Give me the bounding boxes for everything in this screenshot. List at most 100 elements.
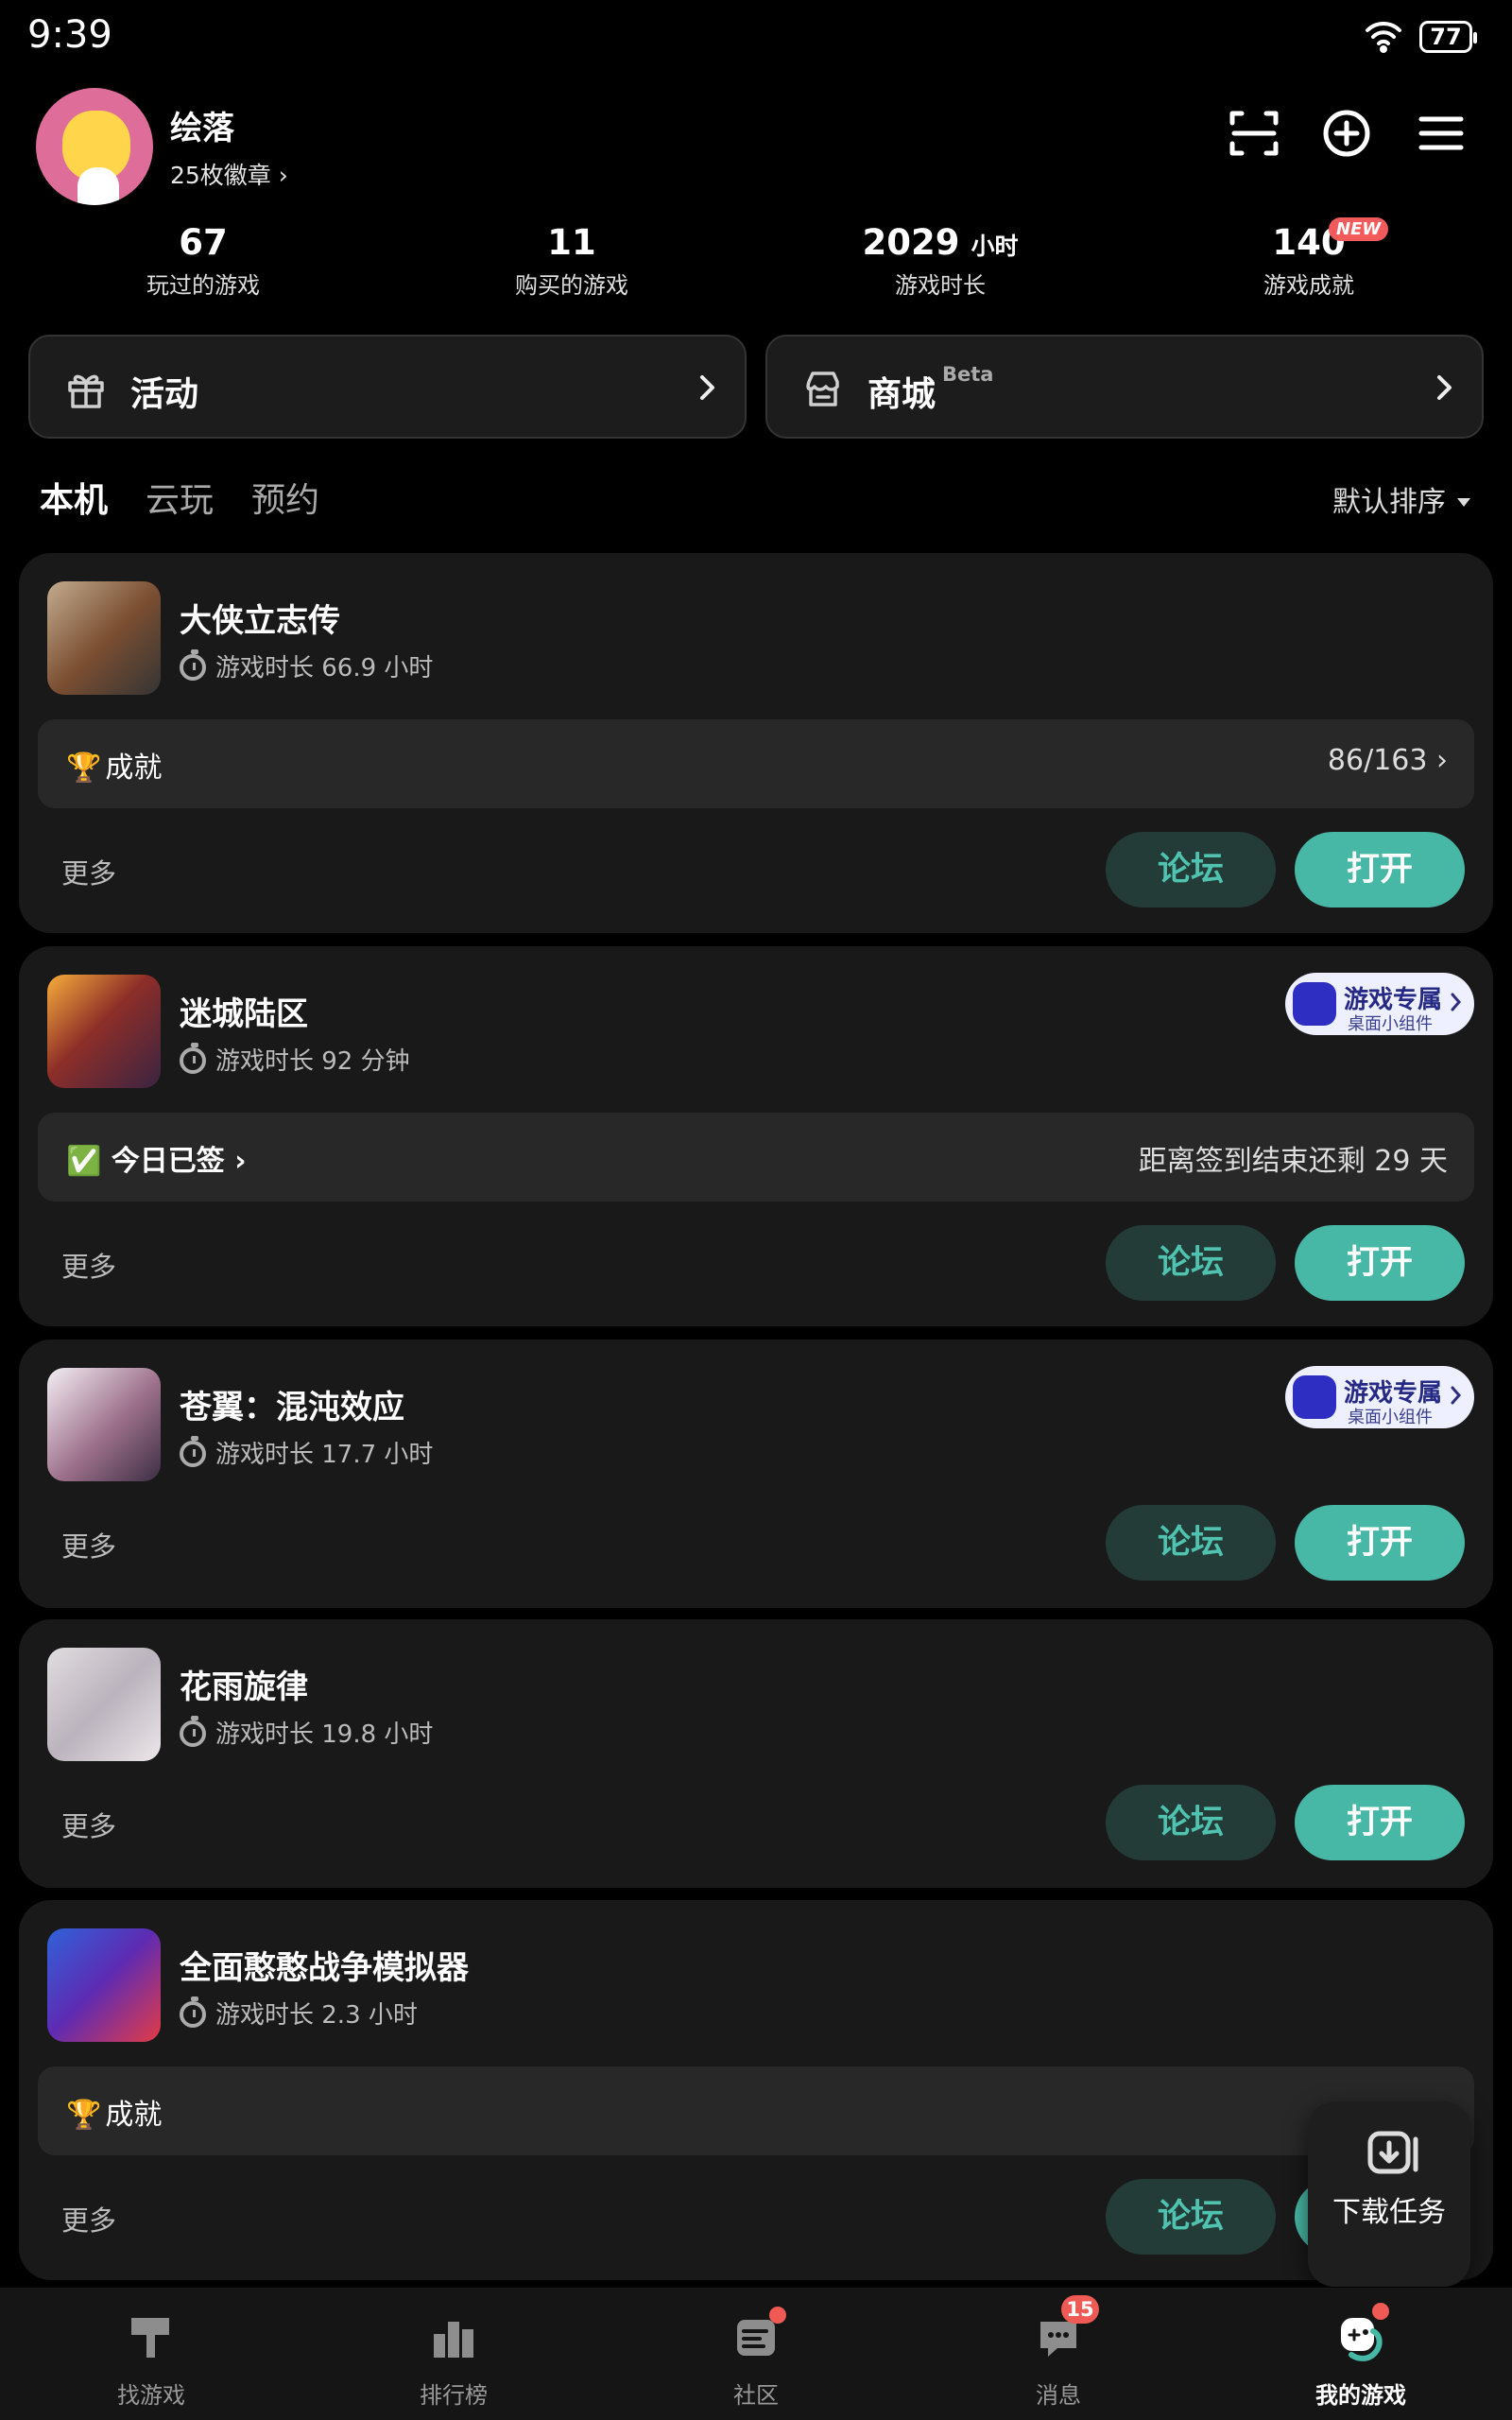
forum-button[interactable]: 论坛	[1106, 2179, 1276, 2255]
nav-label: 排行榜	[420, 2382, 488, 2409]
checkin-remaining: 距离签到结束还剩 29 天	[1138, 1145, 1448, 1178]
stat-value: 67	[179, 222, 228, 263]
bottom-navigation: 找游戏 排行榜 社区 消息 我的游戏	[0, 2288, 1512, 2420]
nav-leaderboard[interactable]: 排行榜	[369, 2310, 539, 2410]
game-card-5[interactable]: 全面憨憨战争模拟器 游戏时长 2.3 小时 🏆成就 更多 论坛 打开	[19, 1900, 1493, 2280]
download-label: 下载任务	[1332, 2196, 1446, 2229]
game-playtime-label: 游戏时长 66.9 小时	[215, 654, 434, 683]
game-playtime: 游戏时长 2.3 小时	[180, 1996, 418, 2031]
game-title: 花雨旋律	[180, 1668, 308, 1706]
battery-indicator: 77	[1419, 21, 1477, 53]
game-card-3[interactable]: 苍翼：混沌效应 游戏时长 17.7 小时 游戏专属 桌面小组件 更多 论坛 打开	[19, 1340, 1493, 1608]
game-title: 全面憨憨战争模拟器	[180, 1949, 469, 1987]
tab-local[interactable]: 本机	[40, 473, 116, 529]
game-card-4[interactable]: 花雨旋律 游戏时长 19.8 小时 更多 论坛 打开	[19, 1619, 1493, 1888]
stat-games-purchased[interactable]: 11 购买的游戏	[439, 222, 704, 300]
more-button[interactable]: 更多	[61, 1525, 116, 1564]
badge-count-link[interactable]: 25枚徽章 ›	[170, 157, 288, 191]
avatar-character-body	[77, 167, 119, 205]
more-button[interactable]: 更多	[61, 2199, 116, 2238]
beta-label: Beta	[942, 363, 994, 386]
widget-subtitle: 桌面小组件	[1348, 1014, 1433, 1034]
achievement-bar[interactable]: 🏆 成就 86/163 ›	[38, 719, 1474, 808]
timer-icon	[180, 1716, 206, 1747]
store-label: 商城	[868, 375, 936, 414]
menu-icon[interactable]	[1410, 102, 1472, 164]
game-playtime: 游戏时长 66.9 小时	[180, 648, 433, 683]
message-count-badge: 15	[1061, 2295, 1099, 2324]
add-circle-icon[interactable]	[1315, 102, 1378, 164]
forum-button[interactable]: 论坛	[1106, 1505, 1276, 1581]
achievement-label: 🏆 成就	[66, 2091, 162, 2133]
game-title: 大侠立志传	[180, 602, 340, 640]
nav-label: 我的游戏	[1315, 2382, 1406, 2409]
avatar[interactable]	[36, 88, 153, 205]
trophy-icon: 🏆	[66, 2099, 102, 2132]
open-button[interactable]: 打开	[1295, 1225, 1465, 1301]
stat-label: 游戏成就	[1263, 272, 1354, 299]
desktop-widget-badge[interactable]: 游戏专属 桌面小组件	[1285, 1366, 1474, 1428]
forum-button[interactable]: 论坛	[1106, 1225, 1276, 1301]
chevron-right-icon	[700, 375, 714, 400]
stat-value: 140	[1272, 222, 1346, 263]
stat-value: 11	[547, 222, 596, 263]
chevron-right-icon	[1451, 1386, 1461, 1405]
stat-games-played[interactable]: 67 玩过的游戏	[71, 222, 335, 300]
more-button[interactable]: 更多	[61, 1805, 116, 1844]
activity-button[interactable]: 活动	[28, 335, 747, 439]
nav-messages[interactable]: 消息	[973, 2310, 1143, 2410]
download-tasks-button[interactable]: 下载任务	[1308, 2101, 1470, 2287]
checkin-title: 今日已签	[111, 1145, 225, 1178]
forum-button[interactable]: 论坛	[1106, 832, 1276, 908]
store-button[interactable]: 商城 Beta	[765, 335, 1484, 439]
achievement-bar[interactable]: 🏆 成就	[38, 2066, 1474, 2155]
timer-icon	[180, 649, 206, 681]
game-playtime: 游戏时长 92 分钟	[180, 1042, 410, 1077]
stat-label: 游戏时长	[895, 272, 986, 299]
badge-count-label: 25枚徽章	[170, 162, 271, 189]
more-button[interactable]: 更多	[61, 852, 116, 891]
open-button[interactable]: 打开	[1295, 1505, 1465, 1581]
my-games-screen: 9:39 77 绘落 25枚徽章 › 67 玩过的游戏 11 购买的游戏 2029 小…	[0, 0, 1512, 2420]
game-card-2[interactable]: 迷城陆区 游戏时长 92 分钟 游戏专属 桌面小组件 ✅ 今日已签 › 距离签到…	[19, 946, 1493, 1326]
chevron-right-icon: ›	[270, 162, 288, 189]
tab-reserve[interactable]: 预约	[251, 473, 319, 529]
more-button[interactable]: 更多	[61, 1245, 116, 1285]
stat-number: 2029	[862, 222, 960, 263]
gift-icon	[68, 374, 104, 408]
game-icon	[47, 1368, 161, 1481]
hammer-icon	[131, 2318, 169, 2358]
achievement-title: 成就	[105, 752, 163, 785]
chevron-right-icon	[1437, 375, 1452, 400]
nav-my-games[interactable]: 我的游戏	[1276, 2310, 1446, 2410]
my-games-notification-dot	[1372, 2303, 1389, 2320]
checkin-bar[interactable]: ✅ 今日已签 › 距离签到结束还剩 29 天	[38, 1113, 1474, 1201]
stat-label: 玩过的游戏	[146, 272, 260, 299]
nav-find-games[interactable]: 找游戏	[66, 2310, 236, 2410]
game-card-1[interactable]: 大侠立志传 游戏时长 66.9 小时 🏆 成就 86/163 › 更多 论坛 打开	[19, 553, 1493, 933]
desktop-widget-badge[interactable]: 游戏专属 桌面小组件	[1285, 973, 1474, 1035]
game-icon	[47, 975, 161, 1088]
checkin-label: ✅ 今日已签 ›	[66, 1137, 247, 1179]
stat-label: 购买的游戏	[515, 272, 628, 299]
stat-value: 2029 小时	[808, 222, 1073, 263]
tab-cloud[interactable]: 云玩	[146, 473, 214, 529]
username[interactable]: 绘落	[170, 102, 234, 148]
stat-play-time[interactable]: 2029 小时游戏时长	[808, 222, 1073, 300]
chevron-right-icon	[1451, 993, 1461, 1011]
nav-community[interactable]: 社区	[671, 2310, 841, 2410]
open-button[interactable]: 打开	[1295, 832, 1465, 908]
game-playtime: 游戏时长 19.8 小时	[180, 1715, 433, 1750]
wifi-icon	[1366, 21, 1401, 53]
sort-dropdown[interactable]: 默认排序	[1332, 478, 1470, 520]
forum-button[interactable]: 论坛	[1106, 1785, 1276, 1860]
chevron-right-icon: ›	[224, 1145, 247, 1178]
scan-icon[interactable]	[1223, 102, 1285, 164]
game-playtime-label: 游戏时长 2.3 小时	[215, 2001, 418, 2030]
chevron-right-icon: ›	[1427, 744, 1448, 777]
stat-achievements[interactable]: 140 游戏成就	[1177, 222, 1441, 300]
open-button[interactable]: 打开	[1295, 1785, 1465, 1860]
timer-icon	[180, 1043, 206, 1074]
profile-stats: 67 玩过的游戏 11 购买的游戏 2029 小时游戏时长 140 游戏成就	[0, 222, 1512, 300]
status-bar: 9:39 77	[0, 0, 1512, 76]
